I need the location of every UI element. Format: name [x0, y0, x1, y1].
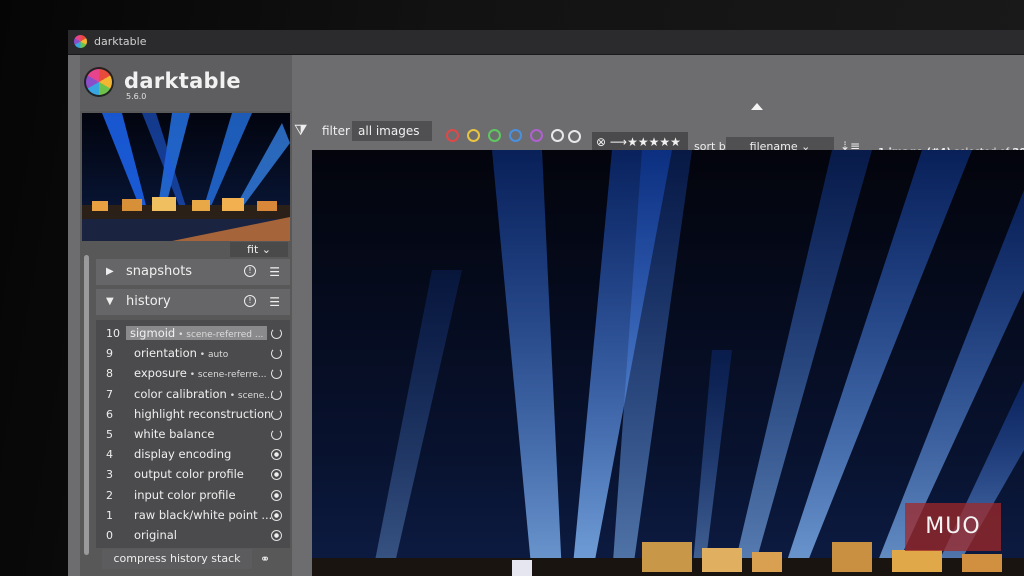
window-title: darktable: [94, 35, 147, 48]
history-item[interactable]: 4 display encoding: [96, 445, 290, 465]
history-item-name: color calibration: [134, 386, 227, 401]
module-header-history[interactable]: ▼ history ! ☰: [96, 289, 290, 315]
history-item-number: 0: [106, 529, 113, 542]
history-item-number: 1: [106, 508, 113, 522]
history-item-detail: • scene-referred ...: [175, 330, 264, 340]
module-always-on-icon: [271, 469, 282, 481]
darktable-window-icon: [74, 35, 87, 48]
history-item-name: raw black/white point ...: [134, 507, 273, 522]
history-item-detail: • scene-referre...: [186, 370, 267, 381]
history-item-label: color calibration • scene...: [134, 387, 273, 401]
history-item-number: 2: [106, 488, 113, 502]
history-item-number: 3: [106, 468, 113, 482]
history-item-detail: • scene...: [226, 390, 273, 401]
history-item-name: exposure: [134, 366, 187, 381]
history-item-label: original: [134, 528, 177, 542]
module-power-icon: [271, 348, 282, 360]
module-power-icon: [271, 429, 282, 440]
module-always-on-icon: [271, 530, 282, 541]
color-label-any-icon[interactable]: [551, 129, 564, 142]
truncate-history-icon[interactable]: ⚭: [260, 552, 270, 566]
module-power-icon: [271, 328, 282, 339]
brand-header: darktable 5.6.0: [80, 55, 292, 111]
history-item-label: highlight reconstruction: [134, 407, 271, 421]
history-item-number: 8: [106, 367, 113, 381]
compress-history-stack-button[interactable]: compress history stack: [102, 549, 252, 569]
color-label-green-icon[interactable]: [488, 129, 501, 142]
filter-funnel-icon[interactable]: ⧩: [294, 121, 307, 139]
history-item-number: 9: [106, 347, 113, 361]
module-always-on-icon: [271, 509, 282, 521]
history-item[interactable]: 8 exposure • scene-referre...: [96, 364, 290, 384]
darktable-app: darktable 5.6.0 fit ⌄ ▶ snapshots ! ☰ ▼ …: [68, 55, 1024, 576]
module-always-on-icon: [271, 449, 282, 461]
module-presets-menu-icon[interactable]: ☰: [269, 295, 280, 309]
module-label-snapshots: snapshots: [126, 264, 193, 279]
module-power-icon: [271, 408, 282, 420]
rating-filter[interactable]: ⊗ ⟶★★★★★: [592, 132, 688, 152]
top-filter-toolbar: ⧩ filter all images ⌄ ⊗ ⟶★★★★★ sort by f…: [294, 117, 1024, 158]
module-options-icon[interactable]: !: [244, 265, 256, 277]
history-item-name: orientation: [134, 346, 197, 361]
zoom-fit-dropdown[interactable]: fit ⌄: [230, 242, 288, 257]
left-panel-scrollbar[interactable]: [84, 255, 89, 555]
module-always-on-icon: [271, 489, 282, 501]
window-titlebar: darktable: [68, 30, 1024, 55]
history-item-number: 7: [106, 387, 113, 401]
module-power-icon: [271, 368, 282, 380]
module-options-icon[interactable]: !: [244, 295, 256, 307]
history-item-name: sigmoid: [130, 326, 176, 340]
history-item-detail: • auto: [196, 350, 229, 361]
module-presets-menu-icon[interactable]: ☰: [269, 265, 280, 279]
history-item[interactable]: 10 sigmoid • scene-referred ...: [96, 324, 290, 344]
history-item-label: input color profile: [134, 488, 236, 502]
history-item-number: 6: [106, 407, 113, 421]
history-item-label: raw black/white point ...: [134, 508, 272, 522]
history-item-number: 5: [106, 428, 113, 441]
expand-arrow-icon: ▶: [106, 266, 114, 277]
history-item-label: sigmoid • scene-referred ...: [126, 326, 268, 340]
history-item[interactable]: 1 raw black/white point ...: [96, 506, 290, 526]
history-item[interactable]: 9 orientation • auto: [96, 344, 290, 364]
color-label-yellow-icon[interactable]: [467, 129, 480, 142]
history-item-number: 10: [106, 327, 120, 340]
history-item-label: exposure • scene-referre...: [134, 366, 266, 380]
history-item[interactable]: 2 input color profile: [96, 486, 290, 506]
history-item-name: output color profile: [134, 467, 244, 482]
module-header-snapshots[interactable]: ▶ snapshots ! ☰: [96, 259, 290, 285]
darktable-logo-icon: [84, 67, 114, 97]
navigation-thumbnail[interactable]: [82, 113, 290, 241]
history-item-name: white balance: [134, 427, 215, 441]
history-item-name: highlight reconstruction: [134, 406, 272, 421]
color-label-combine-icon[interactable]: [568, 130, 581, 143]
history-item-number: 4: [106, 448, 113, 462]
history-item[interactable]: 0 original: [96, 526, 290, 546]
history-item[interactable]: 3 output color profile: [96, 465, 290, 485]
history-item-label: white balance: [134, 427, 214, 441]
app-name: darktable: [124, 69, 241, 93]
history-item-label: orientation • auto: [134, 346, 228, 360]
module-power-icon: [271, 388, 282, 400]
collapse-arrow-icon: ▼: [106, 296, 114, 307]
color-label-red-icon[interactable]: [446, 129, 459, 142]
muo-watermark: MUO: [905, 503, 1001, 551]
collapse-top-panel-arrow-icon[interactable]: [751, 103, 763, 110]
history-list: 10 sigmoid • scene-referred ... 9 orientati…: [96, 320, 290, 548]
history-item-name: original: [134, 528, 177, 542]
history-item[interactable]: 7 color calibration • scene...: [96, 385, 290, 405]
app-version: 5.6.0: [126, 92, 147, 101]
history-item[interactable]: 5 white balance: [96, 425, 290, 445]
filter-label: filter: [322, 124, 350, 138]
filter-dropdown[interactable]: all images ⌄: [352, 121, 432, 158]
history-item-name: display encoding: [134, 447, 232, 462]
module-label-history: history: [126, 294, 171, 309]
history-item-label: display encoding: [134, 447, 231, 461]
navigation-image: [82, 113, 290, 241]
color-label-purple-icon[interactable]: [530, 129, 543, 142]
history-item-name: input color profile: [134, 487, 236, 502]
history-item[interactable]: 6 highlight reconstruction: [96, 405, 290, 425]
color-label-blue-icon[interactable]: [509, 129, 522, 142]
left-panel: darktable 5.6.0 fit ⌄ ▶ snapshots ! ☰ ▼ …: [80, 55, 292, 576]
history-item-label: output color profile: [134, 467, 244, 481]
